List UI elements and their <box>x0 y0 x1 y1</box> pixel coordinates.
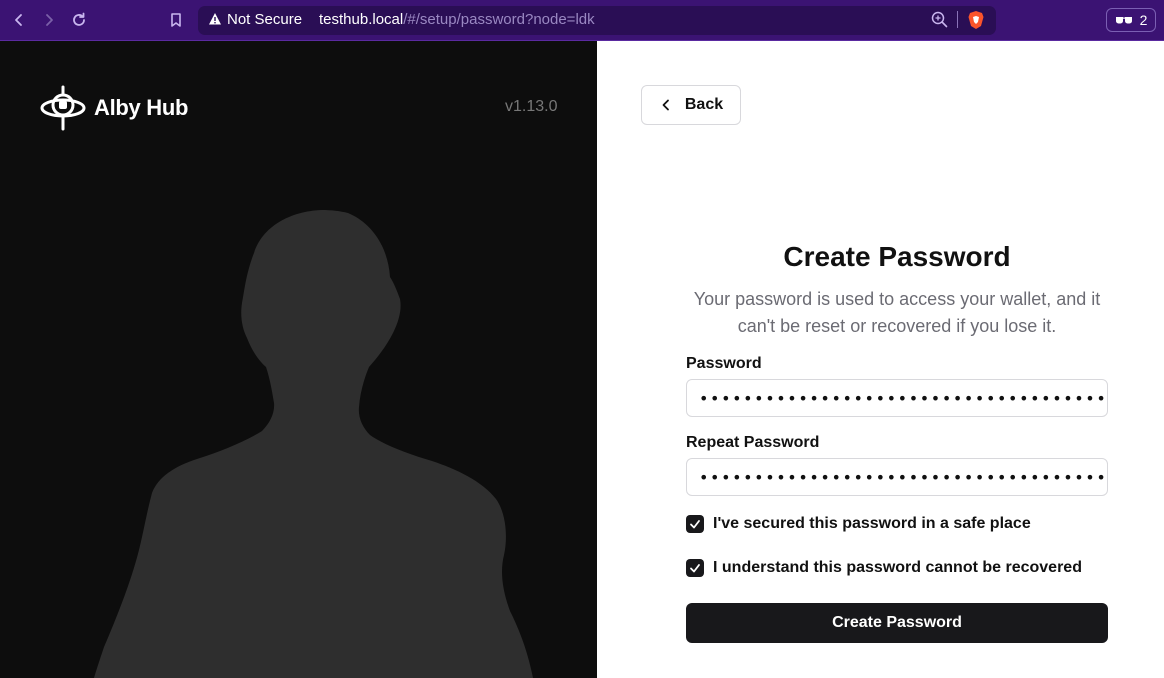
app-version: v1.13.0 <box>505 98 558 115</box>
forward-arrow-icon[interactable] <box>38 9 60 31</box>
address-bar[interactable] <box>198 6 996 35</box>
extensions-button[interactable]: 2 <box>1106 8 1156 32</box>
url-host: testhub.local <box>319 11 404 28</box>
alby-logo-icon <box>40 85 86 131</box>
checkmark-icon <box>690 520 700 529</box>
secured-password-label[interactable]: I've secured this password in a safe pla… <box>713 515 1031 533</box>
checkmark-icon <box>690 564 700 573</box>
password-label: Password <box>686 355 762 372</box>
person-silhouette <box>94 210 533 678</box>
browser-toolbar: Not Secure testhub.local/#/setup/passwor… <box>0 0 1164 41</box>
toolbar-divider <box>957 11 958 28</box>
cannot-recover-label[interactable]: I understand this password cannot be rec… <box>713 559 1082 577</box>
back-button[interactable]: Back <box>641 85 741 125</box>
bookmark-icon[interactable] <box>165 9 187 31</box>
secured-password-checkbox[interactable] <box>686 515 704 533</box>
back-button-label: Back <box>684 96 724 113</box>
extension-count: 2 <box>1139 12 1148 28</box>
back-arrow-icon[interactable] <box>8 9 30 31</box>
warning-icon <box>209 13 221 25</box>
password-input[interactable]: ••••••••••••••••••••••••••••••••••••••••… <box>686 379 1108 417</box>
brand-name: Alby Hub <box>94 95 189 120</box>
page-title: Create Password <box>783 241 1011 272</box>
brand-panel: Alby Hub v1.13.0 <box>0 41 597 678</box>
url-text[interactable]: testhub.local/#/setup/password?node=ldk <box>319 11 595 28</box>
cannot-recover-checkbox[interactable] <box>686 559 704 577</box>
alby-hub-logo: Alby Hub <box>40 85 188 131</box>
security-status[interactable]: Not Secure <box>227 11 302 28</box>
chevron-left-icon <box>662 99 669 111</box>
sunglasses-icon <box>1115 17 1132 24</box>
password-setup-panel: Back Create Password Your password is us… <box>597 41 1164 678</box>
repeat-password-label: Repeat Password <box>686 434 820 451</box>
url-path: /#/setup/password?node=ldk <box>403 11 595 28</box>
secured-password-checkbox-row[interactable]: I've secured this password in a safe pla… <box>686 515 1031 533</box>
page-subtitle: Your password is used to access your wal… <box>693 289 1101 336</box>
reload-icon[interactable] <box>68 9 90 31</box>
repeat-password-input[interactable]: ••••••••••••••••••••••••••••••••••••••••… <box>686 458 1108 496</box>
cannot-recover-checkbox-row[interactable]: I understand this password cannot be rec… <box>686 559 1082 577</box>
zoom-icon[interactable] <box>931 11 948 28</box>
create-password-button[interactable]: Create Password <box>686 603 1108 643</box>
brave-shield-icon[interactable] <box>967 10 985 30</box>
